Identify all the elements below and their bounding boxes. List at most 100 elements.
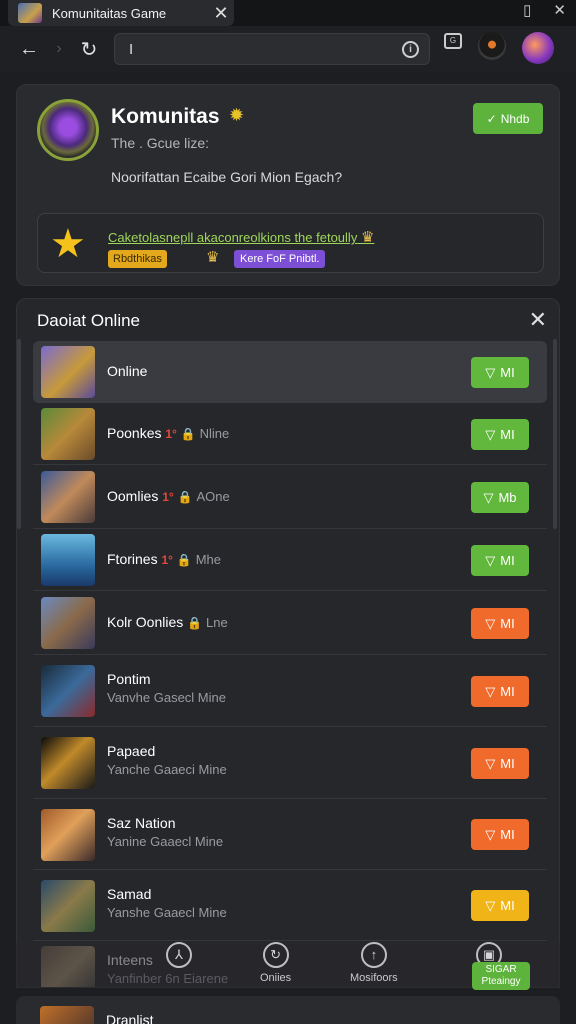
play-button[interactable]: SIGAR Pteaingy [472, 962, 530, 990]
home-icon: ⅄ [166, 942, 192, 968]
favicon-icon [18, 3, 42, 23]
list-item-name: Ftorines 1° 🔒 Mhe [107, 551, 221, 567]
list-item-name: Saz Nation [107, 815, 175, 831]
settings-gear-icon[interactable]: ✹ [229, 105, 244, 126]
window-restore-icon[interactable]: ▯ [523, 1, 531, 19]
list-item[interactable]: Ftorines 1° 🔒 Mhe ▽ MI [33, 529, 547, 591]
list-item-name: Samad [107, 886, 151, 902]
join-button[interactable]: ▽ MI [471, 545, 529, 576]
info-icon[interactable]: i [402, 41, 419, 58]
game-thumbnail [41, 346, 95, 398]
list-item[interactable]: Online ▽ MI [33, 341, 547, 403]
browser-tab-bar: Komunitaitas Game ✕ ▯ ✕ [0, 0, 576, 26]
upload-icon: ↑ [360, 942, 387, 968]
join-button-label: Mb [498, 490, 517, 505]
filter-icon: ▽ [485, 615, 496, 631]
promo-banner[interactable]: ★ Caketolasnepll akaconreolkions the fet… [37, 213, 544, 273]
item-name-text: Online [107, 363, 148, 379]
join-button-label: MI [500, 684, 515, 699]
item-name-text: Ftorines [107, 551, 158, 567]
join-button-label: MI [500, 553, 515, 568]
list-item-name: Oomlies 1° 🔒 AOne [107, 488, 230, 504]
list-item-name: Kolr Oonlies 🔒 Lne [107, 614, 228, 630]
nav-item-home[interactable]: ⅄ [166, 942, 192, 972]
status-text: Nline [199, 426, 230, 441]
join-button[interactable]: ▽ MI [471, 419, 529, 450]
join-button-label: Nhdb [500, 111, 530, 126]
list-item[interactable]: Papaed Yanche Gaaeci Mine ▽ MI [33, 727, 547, 799]
forward-arrow-icon[interactable]: › [44, 40, 74, 58]
scrollbar-right[interactable] [553, 339, 557, 529]
item-name-text: Samad [107, 886, 152, 902]
item-name-text: Saz Nation [107, 815, 176, 831]
item-name-text: Poonkes [107, 425, 162, 441]
list-item-subtitle: Yanine Gaaecl Mine [107, 834, 224, 849]
join-button[interactable]: ▽ MI [471, 890, 529, 921]
join-button[interactable]: ▽ MI [471, 676, 529, 707]
community-subtitle: The . Gcue lize: [111, 135, 210, 151]
next-card-title: Dranlist [106, 1012, 154, 1024]
profile-avatar[interactable] [522, 32, 554, 64]
list-item-name: Pontim [107, 671, 151, 687]
join-button[interactable]: ▽ MI [471, 819, 529, 850]
lock-icon: 🔒 [177, 490, 193, 504]
address-bar[interactable]: I i [114, 33, 430, 65]
list-item[interactable]: Kolr Oonlies 🔒 Lne ▽ MI [33, 591, 547, 655]
browser-tab[interactable]: Komunitaitas Game ✕ [8, 0, 234, 26]
bottom-nav: ⅄ ↻ Oniies ↑ Mosifoors ▣ SIGAR Pteaingy [16, 942, 560, 990]
join-button[interactable]: ▽ MI [471, 357, 529, 388]
list-item[interactable]: Saz Nation Yanine Gaaecl Mine ▽ MI [33, 799, 547, 870]
nav-item-mentions[interactable]: ↑ Mosifoors [350, 942, 398, 984]
reload-icon[interactable]: ↻ [74, 37, 104, 62]
filter-icon: ▽ [485, 826, 496, 842]
list-item-subtitle: Yanshe Gaaecl Mine [107, 905, 227, 920]
list-item-name: Poonkes 1° 🔒 Nline [107, 425, 229, 441]
list-item-subtitle: Vanvhe Gasecl Mine [107, 690, 226, 705]
extension-avatar-icon[interactable] [478, 32, 506, 60]
list-item[interactable]: Oomlies 1° 🔒 AOne ▽ Mb [33, 465, 547, 529]
online-list: Online ▽ MI Poonkes 1° 🔒 Nline ▽ MI Oomlies 1°… [33, 341, 547, 987]
list-item[interactable]: Samad Yanshe Gaaecl Mine ▽ MI [33, 870, 547, 941]
list-item[interactable]: Pontim Vanvhe Gasecl Mine ▽ MI [33, 655, 547, 727]
list-item[interactable]: Poonkes 1° 🔒 Nline ▽ MI [33, 403, 547, 465]
filter-icon: ▽ [485, 755, 496, 771]
filter-icon: ▽ [483, 489, 494, 505]
game-thumbnail [41, 737, 95, 789]
tab-close-icon[interactable]: ✕ [208, 3, 234, 24]
window-close-icon[interactable]: ✕ [553, 1, 566, 19]
promo-text: Caketolasnepll akaconreolkions the fetou… [108, 230, 358, 245]
item-name-text: Papaed [107, 743, 156, 759]
community-card: Komunitas ✹ The . Gcue lize: Noorifattan… [16, 84, 560, 286]
promo-badge-purple[interactable]: Kere FoF Pnibtl. [234, 250, 326, 268]
window-controls: ▯ ✕ [523, 0, 566, 20]
community-name: Komunitas [111, 105, 220, 128]
filter-icon: ▽ [485, 683, 496, 699]
back-arrow-icon[interactable]: ← [14, 38, 44, 61]
list-item-name: Papaed [107, 743, 155, 759]
filter-icon: ▽ [485, 364, 496, 380]
nav-item-online[interactable]: ↻ Oniies [260, 942, 291, 984]
check-icon: ✓ [486, 111, 497, 126]
join-button[interactable]: ▽ MI [471, 608, 529, 639]
lock-icon: 🔒 [180, 427, 196, 441]
join-button[interactable]: ✓ Nhdb [473, 103, 543, 134]
crown-icon: ♛ [360, 229, 375, 246]
promo-link[interactable]: Caketolasnepll akaconreolkions the fetou… [108, 228, 374, 246]
lock-icon: 🔒 [187, 616, 203, 630]
join-button-label: MI [500, 827, 515, 842]
filter-icon: ▽ [485, 552, 496, 568]
online-panel: Daoiat Online ✕ Online ▽ MI Poonkes 1° 🔒 Nl… [16, 298, 560, 988]
game-thumbnail [41, 665, 95, 717]
join-button-label: MI [500, 898, 515, 913]
item-name-text: Oomlies [107, 488, 159, 504]
join-button[interactable]: ▽ MI [471, 748, 529, 779]
close-icon[interactable]: ✕ [529, 307, 547, 333]
scrollbar-left[interactable] [17, 339, 21, 529]
lock-icon: 🔒 [176, 553, 192, 567]
join-button[interactable]: ▽ Mb [471, 482, 529, 513]
promo-badge-yellow[interactable]: Rbdthikas [108, 250, 167, 268]
extension-icon[interactable]: G [444, 33, 462, 49]
filter-icon: ▽ [485, 426, 496, 442]
game-thumbnail [41, 408, 95, 460]
nav-label: Mosifoors [350, 972, 398, 984]
